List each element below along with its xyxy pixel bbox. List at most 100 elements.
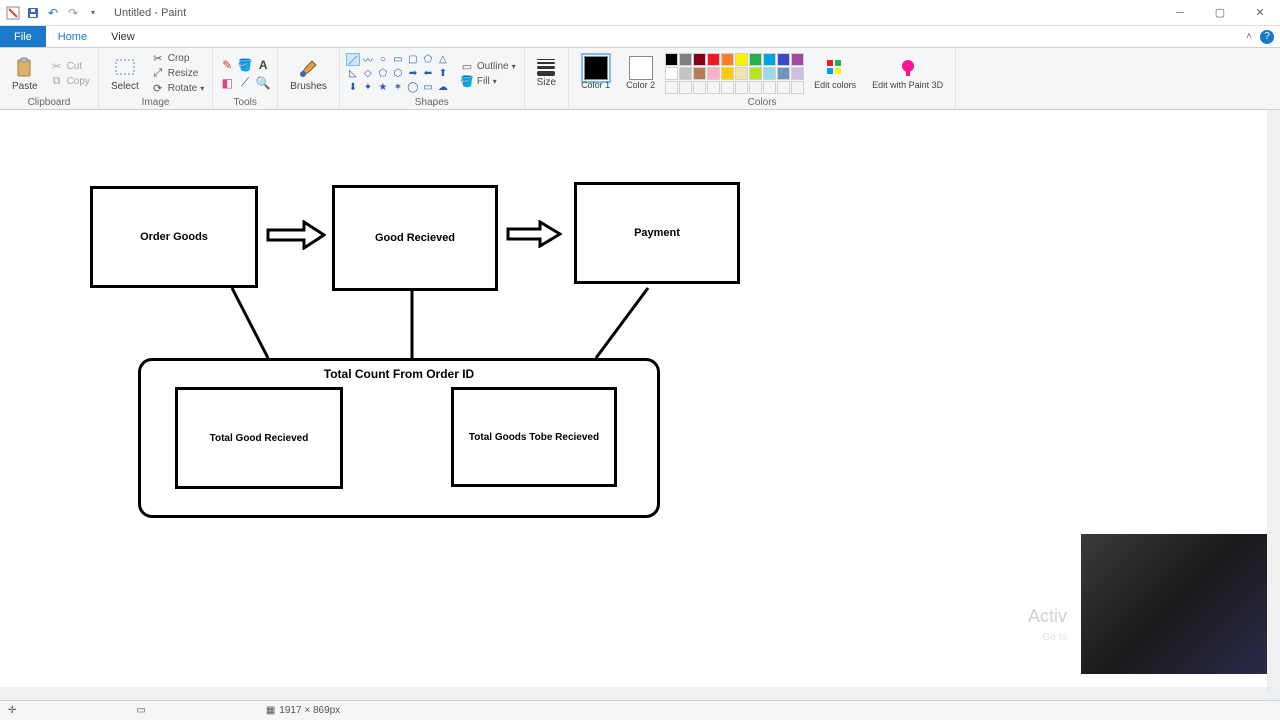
brush-icon	[297, 56, 321, 80]
canvas[interactable]: Order Goods Good Recieved Payment	[0, 110, 1267, 687]
brushes-button[interactable]: Brushes	[284, 54, 333, 94]
color-swatch[interactable]	[777, 67, 790, 80]
edit-colors-button[interactable]: Edit colors	[808, 54, 862, 93]
text-tool[interactable]: A	[255, 57, 271, 73]
color-swatch[interactable]	[777, 81, 790, 94]
color-swatch[interactable]	[693, 53, 706, 66]
shape-star4[interactable]: ✦	[361, 81, 375, 94]
color-swatch[interactable]	[665, 67, 678, 80]
picker-tool[interactable]: ⟋	[237, 75, 253, 91]
shape-curve[interactable]: 〰	[361, 53, 375, 66]
cut-button[interactable]: ✂ Cut	[48, 59, 92, 73]
shape-hexagon[interactable]: ⬡	[391, 67, 405, 80]
shape-cloud[interactable]: ☁	[436, 81, 450, 94]
paint3d-label: Edit with Paint 3D	[872, 81, 943, 91]
shape-rect[interactable]: ▭	[391, 53, 405, 66]
color-swatch[interactable]	[735, 53, 748, 66]
minimize-button[interactable]: ─	[1160, 0, 1200, 26]
shape-triangle[interactable]: △	[436, 53, 450, 66]
color-swatch[interactable]	[763, 81, 776, 94]
shape-diamond[interactable]: ◇	[361, 67, 375, 80]
shape-roundrect[interactable]: ▢	[406, 53, 420, 66]
horizontal-scrollbar[interactable]	[0, 687, 1267, 700]
color-swatch[interactable]	[665, 81, 678, 94]
shape-star6[interactable]: ✶	[391, 81, 405, 94]
brushes-label: Brushes	[290, 81, 327, 92]
shape-arrow-right[interactable]: ➡	[406, 67, 420, 80]
color-swatch[interactable]	[679, 67, 692, 80]
help-icon[interactable]: ?	[1260, 30, 1274, 44]
shape-outline-button[interactable]: ▭Outline ▾	[458, 59, 518, 73]
shape-callout-rect[interactable]: ▭	[421, 81, 435, 94]
color-swatch[interactable]	[749, 53, 762, 66]
color-swatch[interactable]	[763, 53, 776, 66]
image-group-label: Image	[142, 97, 170, 108]
cut-icon: ✂	[50, 59, 64, 73]
color-swatch[interactable]	[777, 53, 790, 66]
eraser-tool[interactable]: ◧	[219, 75, 235, 91]
workspace: Order Goods Good Recieved Payment	[0, 110, 1280, 700]
redo-icon[interactable]: ↷	[64, 4, 82, 22]
color-swatch[interactable]	[763, 67, 776, 80]
diagram-inner-total-tobe-received: Total Goods Tobe Recieved	[451, 387, 617, 487]
color-swatch[interactable]	[679, 53, 692, 66]
resize-button[interactable]: ⤢Resize	[149, 67, 206, 81]
color-swatch[interactable]	[693, 67, 706, 80]
color-swatch[interactable]	[707, 53, 720, 66]
color-swatch[interactable]	[749, 81, 762, 94]
tab-home[interactable]: Home	[46, 26, 99, 47]
color2-button[interactable]: Color 2	[620, 54, 661, 93]
color-swatch[interactable]	[721, 81, 734, 94]
shape-star5[interactable]: ★	[376, 81, 390, 94]
rotate-button[interactable]: ⟳Rotate ▾	[149, 82, 206, 96]
status-canvas-size: ▦ 1917 × 869px	[266, 705, 340, 716]
color-swatch[interactable]	[679, 81, 692, 94]
color1-button[interactable]: Color 1	[575, 54, 616, 93]
shape-arrow-down[interactable]: ⬇	[346, 81, 360, 94]
shape-line[interactable]: ／	[346, 53, 360, 66]
select-button[interactable]: Select	[105, 54, 145, 94]
size-button[interactable]: Size	[531, 57, 562, 90]
selection-icon: ▭	[136, 705, 145, 716]
tab-view[interactable]: View	[99, 26, 147, 47]
color-swatch[interactable]	[735, 67, 748, 80]
undo-icon[interactable]: ↶	[44, 4, 62, 22]
fill-tool[interactable]: 🪣	[237, 57, 253, 73]
save-icon[interactable]	[24, 4, 42, 22]
size-icon	[537, 59, 555, 76]
color-swatch[interactable]	[791, 67, 804, 80]
shape-callout-round[interactable]: ◯	[406, 81, 420, 94]
diagram-inner2-label: Total Goods Tobe Recieved	[469, 432, 599, 443]
zoom-tool[interactable]: 🔍	[255, 75, 271, 91]
color-swatch[interactable]	[707, 67, 720, 80]
maximize-button[interactable]: ▢	[1200, 0, 1240, 26]
color2-label: Color 2	[626, 81, 655, 91]
color-swatch[interactable]	[735, 81, 748, 94]
shape-pentagon[interactable]: ⬠	[376, 67, 390, 80]
color-swatch[interactable]	[791, 53, 804, 66]
color-swatch[interactable]	[693, 81, 706, 94]
shape-oval[interactable]: ○	[376, 53, 390, 66]
shape-right-triangle[interactable]: ◺	[346, 67, 360, 80]
tab-file[interactable]: File	[0, 26, 46, 47]
color-swatch[interactable]	[707, 81, 720, 94]
vertical-scrollbar[interactable]	[1267, 110, 1280, 687]
qa-dropdown-icon[interactable]: ▾	[84, 4, 102, 22]
color-swatch[interactable]	[665, 53, 678, 66]
ribbon-collapse-icon[interactable]: ˄	[1246, 31, 1252, 42]
shape-polygon[interactable]: ⬠	[421, 53, 435, 66]
color-swatch[interactable]	[721, 67, 734, 80]
pencil-tool[interactable]: ✎	[219, 57, 235, 73]
close-button[interactable]: ✕	[1240, 0, 1280, 26]
paint3d-button[interactable]: Edit with Paint 3D	[866, 54, 949, 93]
color-swatch[interactable]	[721, 53, 734, 66]
crop-button[interactable]: ✂Crop	[149, 52, 206, 66]
color-swatch[interactable]	[749, 67, 762, 80]
shape-fill-button[interactable]: 🪣Fill ▾	[458, 74, 518, 88]
color-swatch[interactable]	[791, 81, 804, 94]
shape-arrow-left[interactable]: ⬅	[421, 67, 435, 80]
shape-arrow-up[interactable]: ⬆	[436, 67, 450, 80]
paste-button[interactable]: Paste	[6, 54, 44, 94]
copy-button[interactable]: ⧉ Copy	[48, 74, 92, 88]
shapes-gallery[interactable]: ／ 〰 ○ ▭ ▢ ⬠ △ ◺ ◇ ⬠ ⬡ ➡ ⬅ ⬆ ⬇ ✦ ★ ✶ ◯ ▭	[346, 53, 450, 94]
